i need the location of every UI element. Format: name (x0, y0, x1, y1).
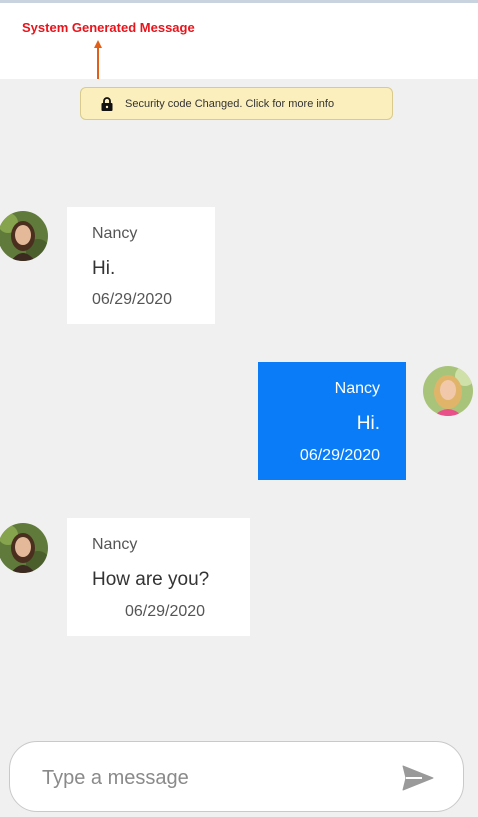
message-sender: Nancy (92, 536, 138, 553)
chat-area (0, 79, 478, 817)
avatar-icon (0, 523, 48, 573)
message-bubble-outgoing[interactable]: Nancy Hi. 06/29/2020 (258, 362, 406, 480)
message-sender: Nancy (334, 380, 380, 397)
annotation-label: System Generated Message (22, 20, 195, 35)
system-message-banner[interactable]: Security code Changed. Click for more in… (80, 87, 393, 120)
message-timestamp: 06/29/2020 (125, 603, 206, 620)
system-message-text: Security code Changed. Click for more in… (125, 97, 335, 110)
avatar[interactable] (0, 211, 48, 261)
message-sender: Nancy (92, 225, 138, 242)
avatar-icon (0, 211, 48, 261)
message-timestamp: 06/29/2020 (299, 447, 380, 464)
lock-icon (101, 96, 113, 111)
avatar[interactable] (0, 523, 48, 573)
message-composer (9, 741, 464, 812)
avatar-icon (423, 366, 473, 416)
message-bubble-incoming[interactable]: Nancy Hi. 06/29/2020 (67, 207, 215, 324)
avatar[interactable] (423, 366, 473, 416)
message-timestamp: 06/29/2020 (92, 291, 173, 308)
message-input[interactable] (40, 760, 384, 796)
message-text: Hi. (356, 413, 380, 434)
send-icon[interactable] (402, 764, 434, 792)
message-bubble-incoming[interactable]: Nancy How are you? 06/29/2020 (67, 518, 250, 636)
message-text: Hi. (92, 258, 116, 279)
top-border (0, 0, 478, 3)
message-text: How are you? (92, 569, 210, 590)
